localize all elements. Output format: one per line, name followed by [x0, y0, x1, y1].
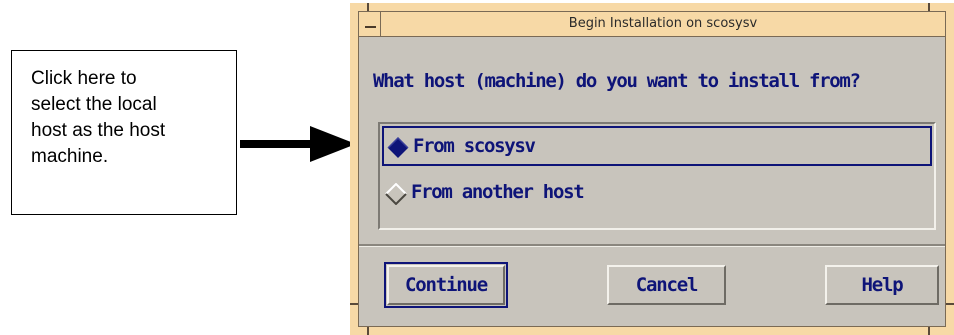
radio-selected-icon [387, 137, 409, 158]
callout-line-3: host as the host [31, 120, 166, 141]
radio-unselected-icon [385, 183, 407, 205]
radio-label-another: From another host [411, 181, 585, 203]
callout-arrow [240, 126, 356, 162]
cancel-button[interactable]: Cancel [607, 265, 726, 305]
callout-box: Click here to select the local host as t… [11, 50, 237, 215]
window-menu-button[interactable] [359, 12, 381, 36]
callout-line-4: machine. [31, 146, 109, 167]
window-title: Begin Installation on scosysv [568, 16, 758, 31]
dialog-body: Begin Installation on scosysv What host … [358, 11, 946, 327]
title-bar[interactable]: Begin Installation on scosysv [359, 12, 945, 37]
button-separator [359, 244, 945, 247]
help-button[interactable]: Help [825, 265, 939, 305]
window-menu-icon [365, 26, 376, 28]
install-dialog-window: Begin Installation on scosysv What host … [350, 3, 954, 335]
radio-from-another-host[interactable]: From another host [382, 174, 932, 214]
callout-line-2: select the local [31, 94, 157, 115]
radio-label-local: From scosysv [413, 135, 536, 157]
host-radio-group: From scosysv From another host [378, 122, 936, 230]
question-heading: What host (machine) do you want to insta… [373, 70, 861, 92]
callout-line-1: Click here to [31, 68, 137, 89]
continue-button[interactable]: Continue [384, 262, 508, 308]
radio-from-local-host[interactable]: From scosysv [382, 126, 932, 166]
